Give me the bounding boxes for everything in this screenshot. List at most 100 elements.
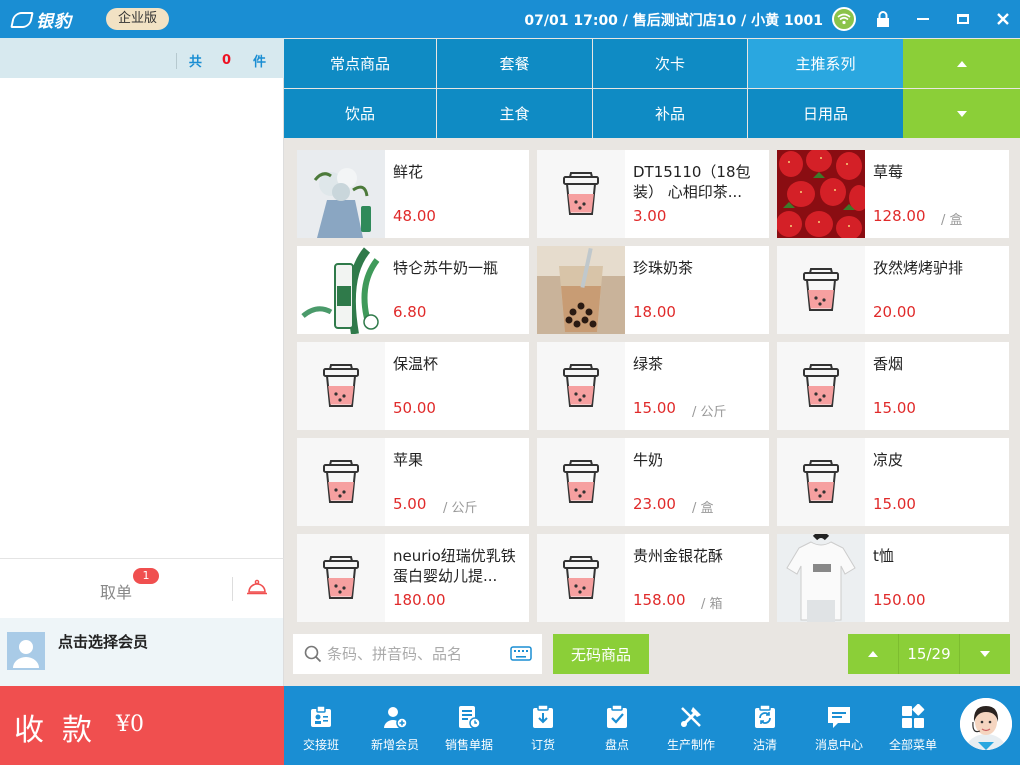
product-card[interactable]: 绿茶 15.00 / 公斤 (537, 342, 769, 430)
logo-mark-icon (10, 11, 34, 28)
product-card[interactable]: 草莓 128.00 / 盒 (777, 150, 1009, 238)
drink-cup-icon (297, 438, 385, 526)
store-info: 07/01 17:00 / 售后测试门店10 / 小黄 1001 (524, 13, 823, 29)
maximize-icon[interactable] (943, 0, 983, 38)
product-card[interactable]: 香烟 15.00 (777, 342, 1009, 430)
category-tab[interactable]: 常点商品 (284, 39, 436, 88)
product-card[interactable]: 孜然烤烤驴排 20.00 (777, 246, 1009, 334)
toolbar-button[interactable]: 销售单据 (432, 686, 506, 765)
drink-cup-icon (297, 534, 385, 622)
toolbar-button-label: 生产制作 (666, 738, 715, 752)
product-card[interactable]: neurio纽瑞优乳铁蛋白婴幼儿提... 180.00 (297, 534, 529, 622)
lock-icon[interactable] (863, 0, 903, 38)
sold-out-icon (755, 704, 775, 728)
cart-header: 共 0 件 (0, 38, 284, 78)
toolbar-button-label: 沽清 (752, 738, 777, 752)
checkout-button[interactable]: 收款 ¥0 (0, 686, 284, 765)
pager: 15/29 (848, 634, 1010, 674)
message-icon (828, 707, 850, 728)
product-card[interactable]: 特仑苏牛奶一瓶 6.80 (297, 246, 529, 334)
product-name: 特仑苏牛奶一瓶 (393, 259, 499, 277)
toolbar-button-label: 消息中心 (814, 738, 863, 752)
category-tab[interactable]: 补品 (593, 89, 747, 138)
product-name: 香烟 (873, 355, 904, 373)
wifi-icon[interactable] (832, 7, 856, 31)
cart-list[interactable] (0, 78, 284, 558)
member-avatar-icon (7, 632, 45, 670)
product-card[interactable]: t恤 150.00 (777, 534, 1009, 622)
select-member-label[interactable]: 点击选择会员 (58, 631, 148, 652)
page-up-icon[interactable] (848, 634, 898, 674)
product-unit: / 公斤 (692, 405, 727, 420)
product-name: 绿茶 (633, 355, 664, 373)
no-barcode-item-button[interactable]: 无码商品 (553, 634, 649, 674)
product-price: 15.00 (873, 399, 916, 417)
page-indicator: 15/29 (898, 634, 960, 674)
toolbar-button[interactable]: 盘点 (580, 686, 654, 765)
toolbar-button-label: 订货 (530, 738, 555, 752)
store-name: 售后测试门店10 (632, 13, 737, 29)
toolbar-button[interactable]: 交接班 (284, 686, 358, 765)
toolbar-button-label: 盘点 (604, 738, 629, 752)
product-name: DT15110（18包装） 心相印茶... (633, 163, 751, 201)
product-name: 鲜花 (393, 163, 424, 181)
category-scroll-up-icon[interactable] (903, 39, 1020, 88)
search-icon (304, 645, 322, 663)
cart-count: 共 0 件 (175, 51, 266, 70)
production-icon (680, 707, 701, 728)
category-tab[interactable]: 日用品 (748, 89, 903, 138)
all-menu-icon (902, 704, 925, 728)
category-tab[interactable]: 主食 (437, 89, 592, 138)
toolbar-button[interactable]: 订货 (506, 686, 580, 765)
product-card[interactable]: 鲜花 48.00 (297, 150, 529, 238)
drink-cup-icon (537, 150, 625, 238)
product-card[interactable]: 苹果 5.00 / 公斤 (297, 438, 529, 526)
search-box (293, 634, 542, 674)
toolbar-button[interactable]: 沽清 (728, 686, 802, 765)
product-unit: / 公斤 (443, 501, 478, 516)
product-card[interactable]: 牛奶 23.00 / 盒 (537, 438, 769, 526)
checkout-amount: ¥0 (116, 712, 144, 737)
drink-cup-icon (777, 342, 865, 430)
product-card[interactable]: 凉皮 15.00 (777, 438, 1009, 526)
category-tab[interactable]: 饮品 (284, 89, 436, 138)
toolbar-button[interactable]: 新增会员 (358, 686, 432, 765)
product-card[interactable]: 珍珠奶茶 18.00 (537, 246, 769, 334)
category-scroll-down-icon[interactable] (903, 89, 1020, 138)
product-name: 珍珠奶茶 (633, 259, 694, 277)
product-unit: / 盒 (941, 213, 963, 228)
title-bar: 银豹 企业版 07/01 17:00 / 售后测试门店10 / 小黄 1001 (0, 0, 1020, 38)
toolbar-button[interactable]: 全部菜单 (876, 686, 950, 765)
search-input[interactable] (327, 642, 502, 666)
product-image (777, 534, 865, 622)
product-card[interactable]: 保温杯 50.00 (297, 342, 529, 430)
toolbar-button[interactable]: 消息中心 (802, 686, 876, 765)
user-name: 小黄 1001 (751, 13, 823, 29)
product-unit: / 箱 (701, 597, 723, 612)
toolbar-button[interactable]: 生产制作 (654, 686, 728, 765)
take-order-row: 取单 1 (0, 558, 284, 618)
bottom-toolbar: 交接班 新增会员 销售单据 订货 盘点 生产制作 沽清 消息中心 全部菜单 (284, 686, 1020, 765)
take-order-button[interactable]: 取单 (100, 579, 132, 603)
page-down-icon[interactable] (960, 634, 1010, 674)
minimize-icon[interactable] (903, 0, 943, 38)
select-member-row[interactable]: 点击选择会员 (0, 618, 284, 686)
keyboard-icon[interactable] (510, 646, 532, 661)
toolbar-button-label: 交接班 (302, 738, 339, 752)
product-price: 5.00 (393, 495, 427, 513)
product-unit: / 盒 (692, 501, 714, 516)
product-card[interactable]: 贵州金银花酥 158.00 / 箱 (537, 534, 769, 622)
order-goods-icon (533, 704, 553, 728)
category-tab-active[interactable]: 主推系列 (748, 39, 903, 88)
drink-cup-icon (777, 438, 865, 526)
product-name: 草莓 (873, 163, 904, 181)
product-card[interactable]: DT15110（18包装） 心相印茶... 3.00 (537, 150, 769, 238)
assistant-avatar[interactable] (960, 698, 1012, 750)
drink-cup-icon (537, 342, 625, 430)
close-icon[interactable] (983, 0, 1020, 38)
category-tab[interactable]: 次卡 (593, 39, 747, 88)
product-image (777, 150, 865, 238)
category-tab[interactable]: 套餐 (437, 39, 592, 88)
product-price: 23.00 (633, 495, 676, 513)
service-bell-icon[interactable] (246, 576, 268, 602)
